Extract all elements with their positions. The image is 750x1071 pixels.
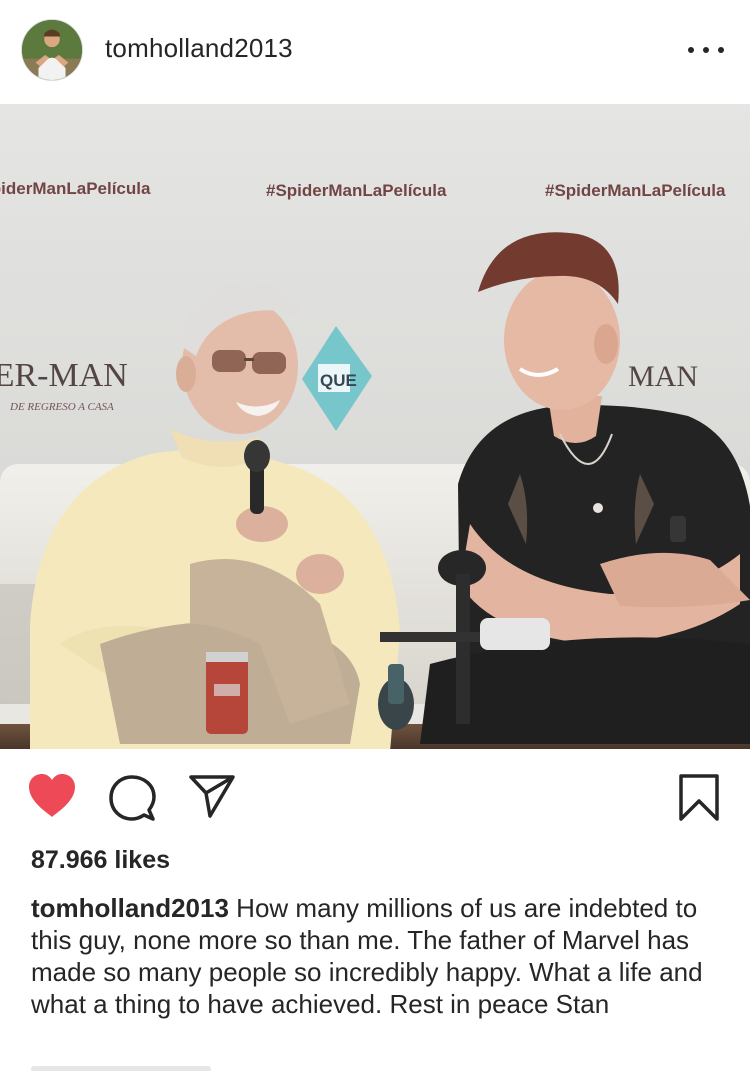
caption-username[interactable]: tomholland2013 — [31, 893, 229, 923]
username[interactable]: tomholland2013 — [105, 33, 293, 64]
post-photo[interactable]: #SpiderManLaPelícula #SpiderManLaPelícul… — [0, 104, 750, 749]
likes-count[interactable]: 87.966 likes — [31, 846, 170, 875]
more-dot — [703, 47, 709, 53]
more-dot — [688, 47, 694, 53]
instagram-post: tomholland2013 iderManLaPelícula #Spider… — [0, 0, 750, 1071]
bookmark-icon[interactable] — [678, 773, 720, 823]
avatar-photo — [22, 20, 82, 80]
more-dots-icon[interactable] — [688, 38, 724, 62]
photo-scene: #SpiderManLaPelícula #SpiderManLaPelícul… — [0, 104, 750, 749]
action-bar — [0, 749, 750, 845]
caption: tomholland2013 How many millions of us a… — [31, 892, 731, 1020]
comment-icon[interactable] — [108, 774, 156, 822]
share-icon[interactable] — [188, 773, 236, 819]
cut-off-line — [31, 1062, 231, 1071]
post-header: tomholland2013 — [0, 0, 750, 104]
avatar[interactable] — [21, 19, 83, 81]
more-dot — [718, 47, 724, 53]
heart-icon[interactable] — [26, 772, 78, 820]
